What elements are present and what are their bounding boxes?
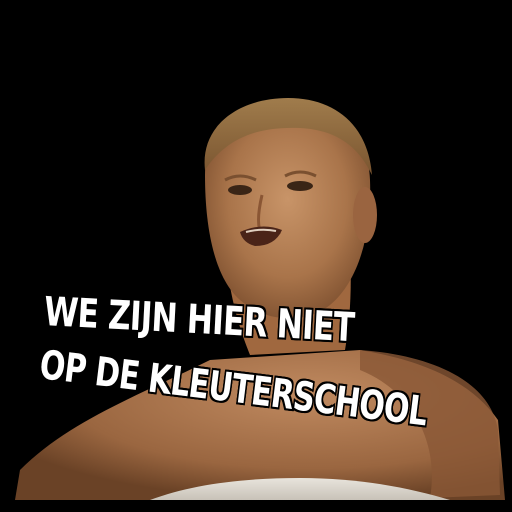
man-photo xyxy=(15,98,505,500)
meme-sticker: WE ZIJN HIER NIET OP DE KLEUTERSCHOOL xyxy=(0,0,512,512)
head xyxy=(204,98,377,319)
torso xyxy=(15,350,505,500)
